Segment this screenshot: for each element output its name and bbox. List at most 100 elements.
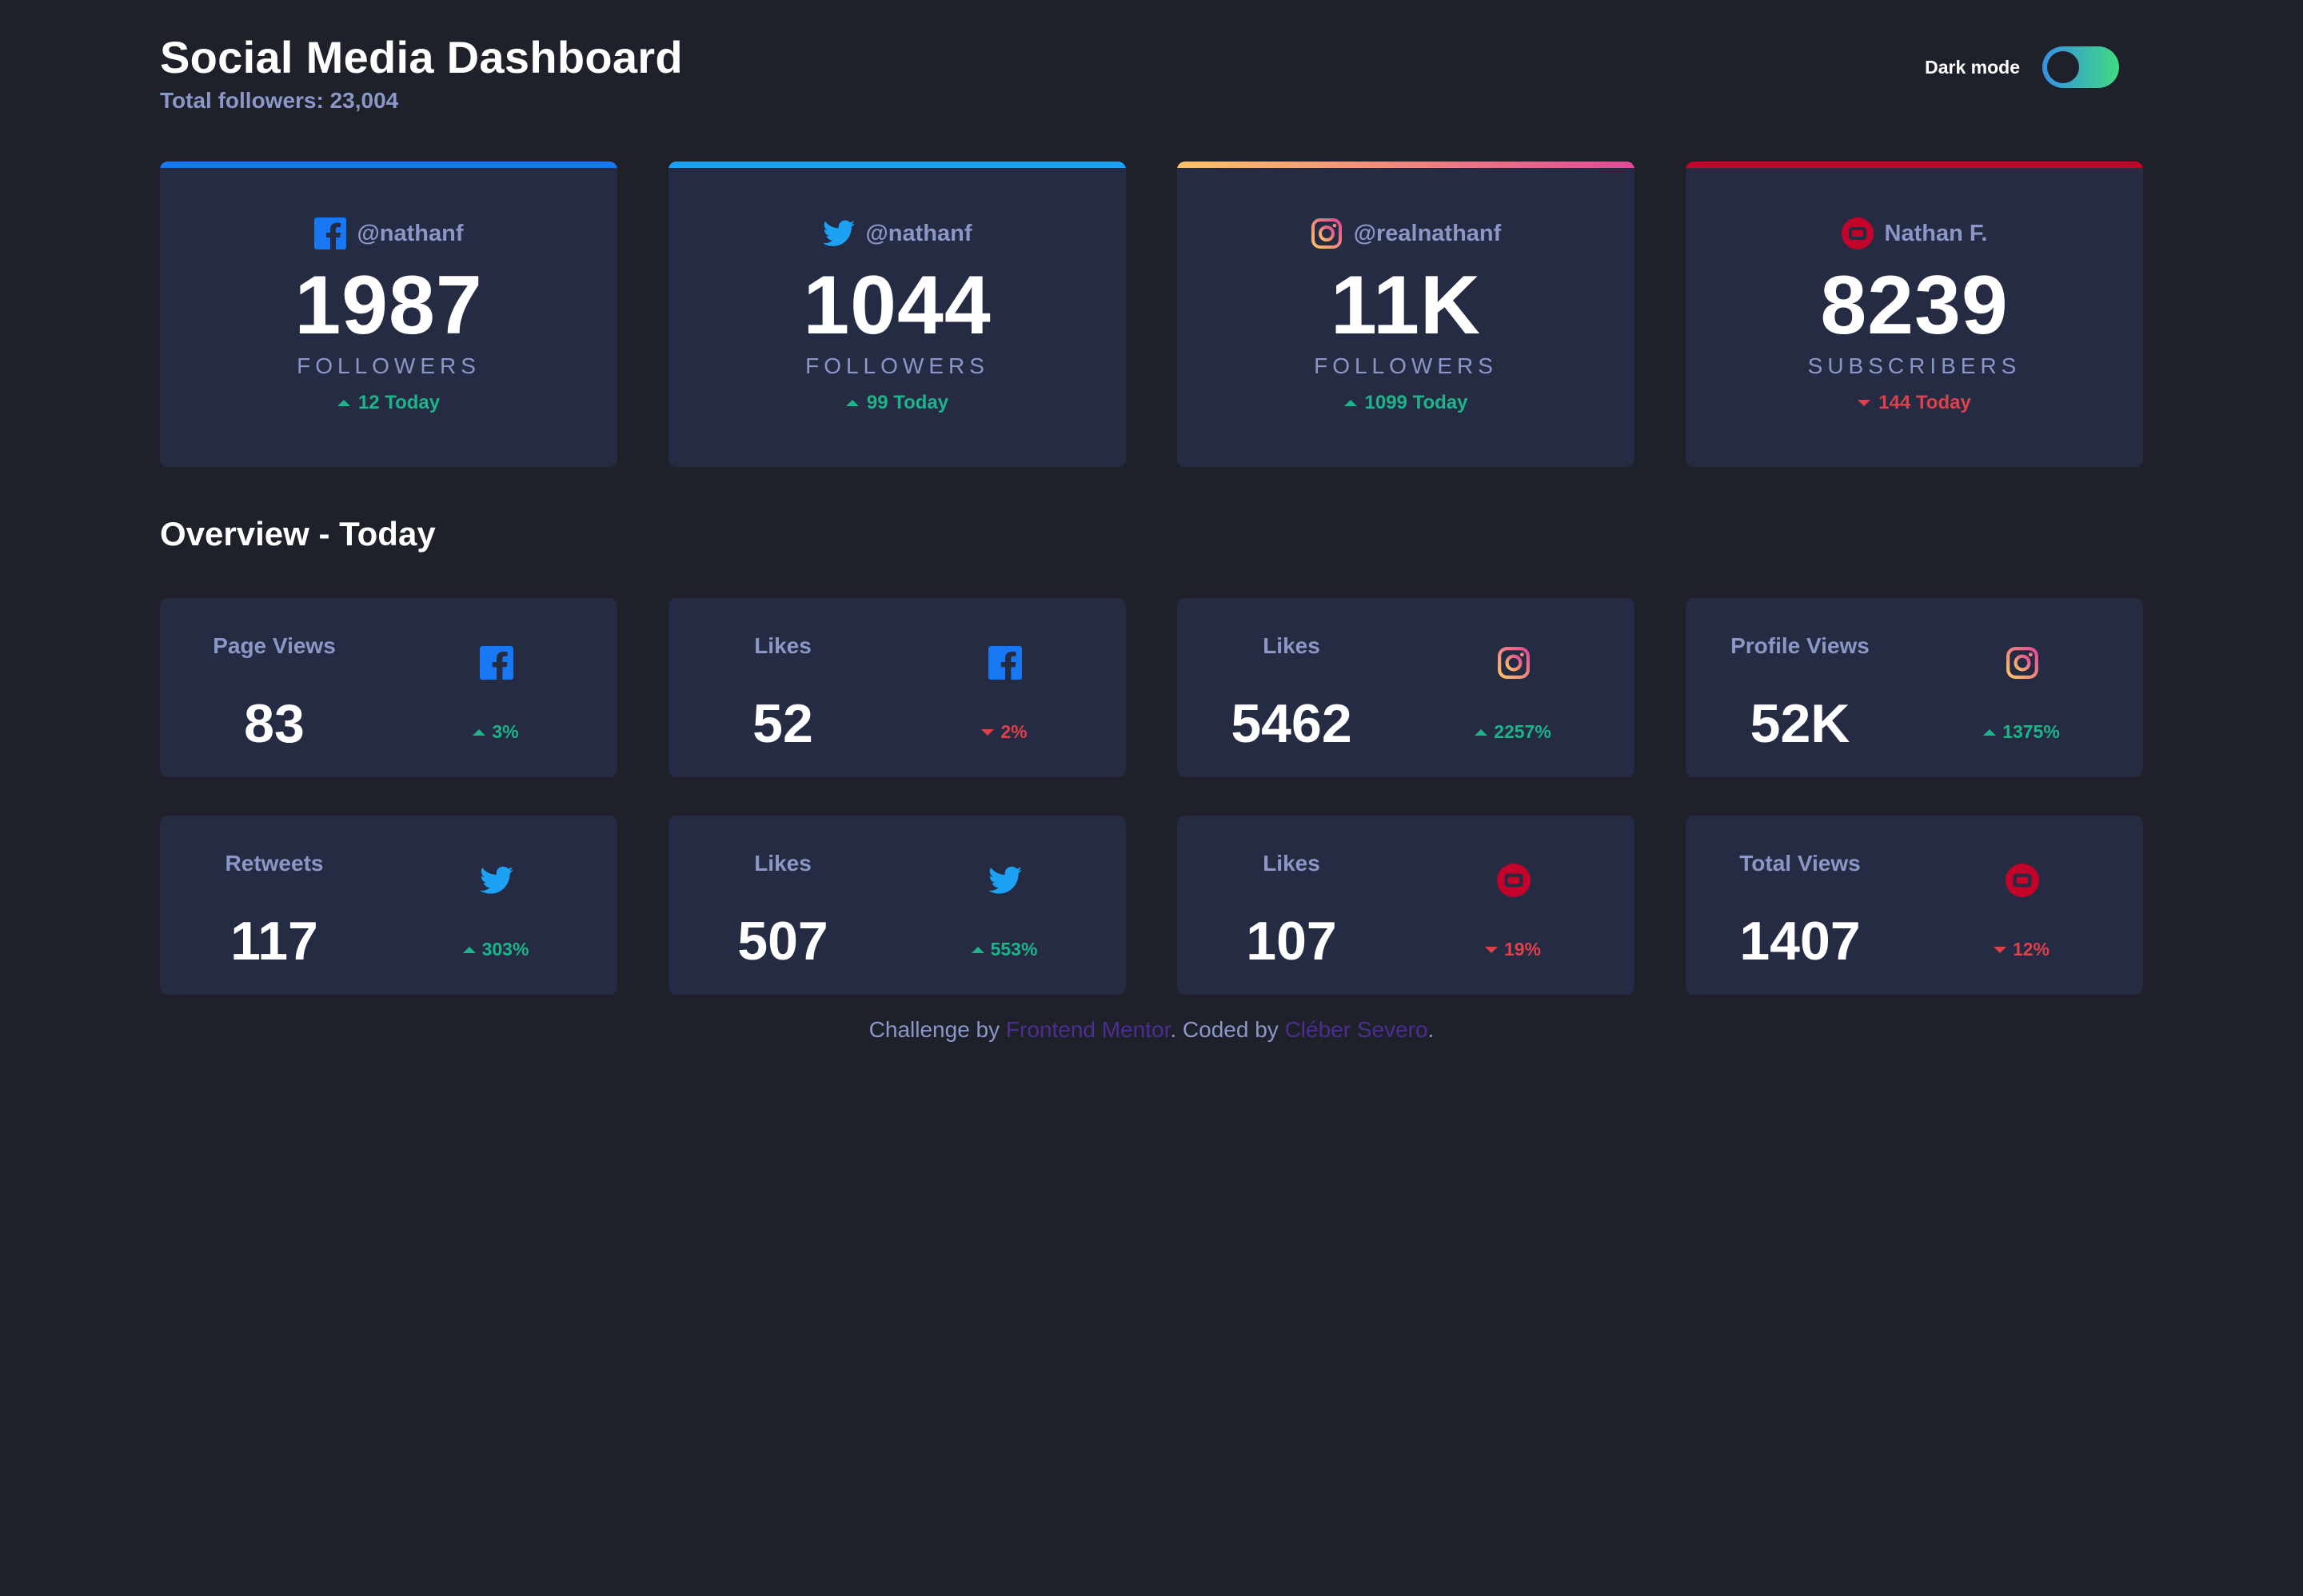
count-unit: FOLLOWERS (805, 353, 989, 378)
youtube-icon (1497, 864, 1531, 897)
metric-change: 1375% (1942, 721, 2101, 743)
arrow-up-icon (1983, 728, 1997, 736)
footer-prefix: Challenge by (868, 1017, 1006, 1042)
arrow-up-icon (462, 946, 476, 953)
metric-label: Page Views (213, 633, 336, 658)
follower-count: 11K (1330, 259, 1482, 352)
metric-change-value: 19% (1503, 939, 1542, 960)
metric-label: Likes (1263, 633, 1320, 658)
metric-change-value: 303% (481, 939, 529, 960)
metric-change: 303% (416, 939, 576, 960)
handle-row: @realnathanf (1177, 216, 1634, 251)
handle-row: Nathan F. (1686, 216, 2143, 251)
card-accent-bar (1177, 162, 1634, 168)
follower-card-youtube[interactable]: Nathan F. 8239 SUBSCRIBERS 144 Today (1686, 162, 2143, 467)
today-change: 144 Today (1686, 392, 2143, 414)
arrow-up-icon (473, 728, 486, 736)
metric-change: 2257% (1433, 721, 1593, 743)
metric-label: Likes (1263, 851, 1320, 876)
overview-card-facebook-likes[interactable]: Likes 52 2% (669, 598, 1126, 777)
overview-card-instagram-profile-views[interactable]: Profile Views 52K 1375% (1686, 598, 2143, 777)
overview-card-twitter-retweets[interactable]: Retweets 117 303% (160, 816, 617, 995)
card-accent-bar (1686, 162, 2143, 168)
metric-value: 507 (737, 911, 828, 972)
total-followers: Total followers: 23,004 (160, 88, 399, 113)
follower-card-instagram[interactable]: @realnathanf 11K FOLLOWERS 1099 Today (1177, 162, 1634, 467)
dashboard-page: Social Media Dashboard Total followers: … (0, 0, 2303, 1596)
arrow-down-icon (1858, 400, 1871, 406)
toggle-knob (2047, 51, 2079, 83)
count-unit: FOLLOWERS (297, 353, 481, 378)
frontend-mentor-link[interactable]: Frontend Mentor (1006, 1017, 1170, 1042)
metric-value: 52K (1750, 693, 1850, 754)
metric-value: 1407 (1739, 911, 1861, 972)
follower-count: 1044 (803, 259, 992, 352)
account-handle: Nathan F. (1884, 220, 1988, 246)
metric-change: 12% (1942, 939, 2101, 960)
account-handle: @nathanf (357, 220, 464, 246)
metric-change-value: 2257% (1494, 721, 1551, 742)
follower-card-facebook[interactable]: @nathanf 1987 FOLLOWERS 12 Today (160, 162, 617, 467)
instagram-icon (1311, 218, 1342, 249)
overview-card-instagram-likes[interactable]: Likes 5462 2257% (1177, 598, 1634, 777)
metric-change: 19% (1433, 939, 1593, 960)
footer-suffix: . (1427, 1017, 1435, 1042)
overview-title: Overview - Today (160, 515, 436, 553)
metric-label: Likes (754, 851, 812, 876)
arrow-up-icon (845, 400, 859, 406)
youtube-icon (2006, 864, 2039, 897)
instagram-icon (1498, 647, 1530, 679)
follower-count: 1987 (294, 259, 483, 352)
footer-middle: . Coded by (1170, 1017, 1285, 1042)
dark-mode-label: Dark mode (1925, 56, 2020, 78)
today-change-value: 144 Today (1878, 392, 1971, 413)
today-change: 12 Today (160, 392, 617, 414)
account-handle: @realnathanf (1353, 220, 1502, 246)
instagram-icon (2006, 647, 2038, 679)
metric-change: 2% (924, 721, 1084, 743)
follower-card-twitter[interactable]: @nathanf 1044 FOLLOWERS 99 Today (669, 162, 1126, 467)
arrow-up-icon (1475, 728, 1488, 736)
footer-attribution: Challenge by Frontend Mentor. Coded by C… (0, 1017, 2303, 1043)
metric-value: 83 (244, 693, 305, 754)
metric-label: Profile Views (1730, 633, 1870, 658)
twitter-icon (988, 866, 1022, 894)
subscriber-count: 8239 (1820, 259, 2009, 352)
metric-change: 3% (416, 721, 576, 743)
page-title: Social Media Dashboard (160, 32, 683, 82)
overview-card-youtube-likes[interactable]: Likes 107 19% (1177, 816, 1634, 995)
author-link[interactable]: Cléber Severo (1285, 1017, 1428, 1042)
metric-change: 553% (924, 939, 1084, 960)
today-change-value: 1099 Today (1364, 392, 1468, 413)
handle-row: @nathanf (160, 216, 617, 251)
count-unit: FOLLOWERS (1314, 353, 1498, 378)
arrow-down-icon (1484, 946, 1498, 953)
overview-card-twitter-likes[interactable]: Likes 507 553% (669, 816, 1126, 995)
metric-change-value: 3% (492, 721, 519, 742)
facebook-icon (480, 646, 513, 680)
card-accent-bar (669, 162, 1126, 168)
facebook-icon (313, 217, 346, 249)
metric-change-value: 12% (2012, 939, 2050, 960)
twitter-icon (822, 220, 855, 246)
twitter-icon (480, 866, 513, 894)
today-change-value: 12 Today (357, 392, 441, 413)
today-change: 99 Today (669, 392, 1126, 414)
metric-label: Retweets (225, 851, 324, 876)
overview-card-facebook-page-views[interactable]: Page Views 83 3% (160, 598, 617, 777)
metric-label: Total Views (1739, 851, 1861, 876)
today-change: 1099 Today (1177, 392, 1634, 414)
metric-change-value: 2% (1000, 721, 1028, 742)
count-unit: SUBSCRIBERS (1807, 353, 2022, 378)
card-accent-bar (160, 162, 617, 168)
handle-row: @nathanf (669, 216, 1126, 251)
metric-value: 52 (752, 693, 813, 754)
arrow-up-icon (971, 946, 984, 953)
metric-value: 107 (1246, 911, 1337, 972)
overview-card-youtube-total-views[interactable]: Total Views 1407 12% (1686, 816, 2143, 995)
dark-mode-toggle[interactable] (2042, 46, 2119, 88)
account-handle: @nathanf (865, 220, 972, 246)
metric-value: 117 (230, 911, 318, 972)
arrow-up-icon (1343, 400, 1357, 406)
metric-change-value: 1375% (2002, 721, 2060, 742)
